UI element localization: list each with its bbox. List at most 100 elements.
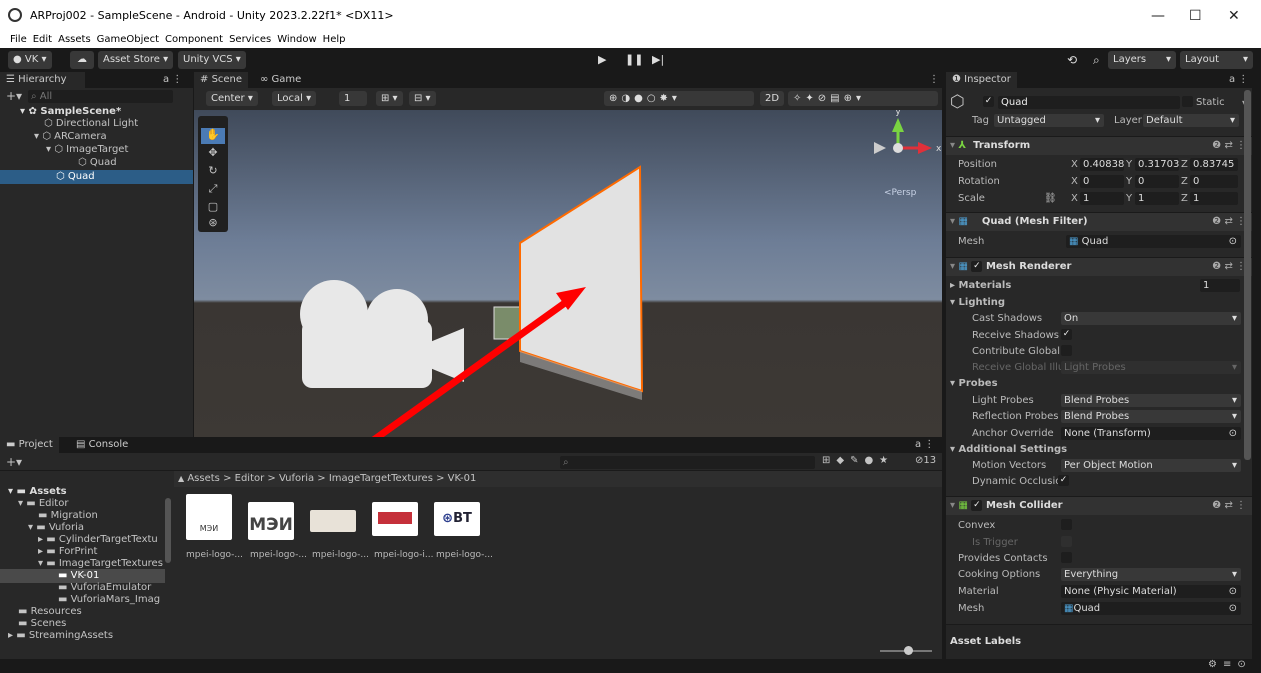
- contribute-gi-checkbox[interactable]: [1061, 345, 1072, 357]
- asset-label-3[interactable]: mpei-logo-...: [312, 550, 369, 560]
- additional-settings-foldout[interactable]: ▾ Additional Settings: [950, 444, 1067, 455]
- asset-thumb-2[interactable]: МЭИ: [248, 502, 294, 540]
- lock-icon[interactable]: a ⋮: [915, 439, 934, 450]
- cloud-icon[interactable]: ☁: [70, 51, 94, 69]
- tree-item-streamingassets[interactable]: ▸ ▬ StreamingAssets: [0, 629, 172, 643]
- static-checkbox[interactable]: [1182, 96, 1193, 108]
- position-x-field[interactable]: 0.40838: [1080, 158, 1124, 171]
- grid-icon[interactable]: ⊟ ▾: [409, 91, 436, 106]
- step-icon[interactable]: ▶|: [652, 51, 664, 69]
- lock-icon[interactable]: a ⋮: [1229, 74, 1248, 85]
- cooking-options-dropdown[interactable]: Everything ▾: [1061, 568, 1241, 581]
- hierarchy-item-arcamera[interactable]: ▾ ⬡ ARCamera: [0, 130, 193, 144]
- hierarchy-item-quad-child[interactable]: ⬡ Quad: [0, 156, 193, 170]
- account-button[interactable]: ● VK ▾: [8, 51, 52, 69]
- mesh-collider-header[interactable]: ▾ ▦ ✓ Mesh Collider ❷ ⇄ ⋮: [946, 496, 1252, 515]
- layout-dropdown[interactable]: Layout ▾: [1180, 51, 1253, 69]
- tree-scrollbar[interactable]: [165, 498, 171, 563]
- grid-size-field[interactable]: 1: [339, 91, 367, 106]
- mesh-filter-header[interactable]: ▾ ▦ Quad (Mesh Filter) ❷ ⇄ ⋮: [946, 212, 1252, 231]
- history-icon[interactable]: ⟲: [1067, 51, 1077, 69]
- search-icon[interactable]: ⌕: [1093, 51, 1100, 69]
- cast-shadows-dropdown[interactable]: On ▾: [1061, 312, 1241, 325]
- light-probes-dropdown[interactable]: Blend Probes ▾: [1061, 394, 1241, 407]
- close-button[interactable]: ✕: [1228, 8, 1240, 24]
- pivot-center-dropdown[interactable]: Center ▾: [206, 91, 258, 106]
- slider-handle[interactable]: [904, 646, 913, 655]
- pivot-local-dropdown[interactable]: Local ▾: [272, 91, 317, 106]
- materials-foldout[interactable]: ▸ Materials: [950, 280, 1011, 291]
- hierarchy-item-imagetarget[interactable]: ▾ ⬡ ImageTarget: [0, 143, 193, 157]
- constrain-proportions-icon[interactable]: ⛓: [1044, 193, 1057, 204]
- asset-thumb-4[interactable]: [372, 502, 418, 536]
- scale-z-field[interactable]: 1: [1190, 192, 1238, 205]
- asset-label-2[interactable]: mpei-logo-...: [250, 550, 307, 560]
- probes-foldout[interactable]: ▾ Probes: [950, 378, 998, 389]
- asset-label-1[interactable]: mpei-logo-...: [186, 550, 243, 560]
- tag-dropdown[interactable]: Untagged ▾: [994, 114, 1104, 127]
- asset-label-5[interactable]: mpei-logo-...: [436, 550, 493, 560]
- play-icon[interactable]: ▶: [598, 51, 606, 69]
- minimize-button[interactable]: —: [1151, 8, 1165, 24]
- convex-checkbox[interactable]: [1061, 519, 1072, 531]
- object-name-field[interactable]: Quad: [998, 96, 1180, 109]
- position-y-field[interactable]: 0.31703(: [1135, 158, 1179, 171]
- menu-file[interactable]: File: [10, 34, 27, 45]
- menu-assets[interactable]: Assets: [58, 34, 91, 45]
- asset-thumb-1[interactable]: МЭИ: [186, 494, 232, 540]
- toggle-2d-button[interactable]: 2D: [760, 91, 785, 106]
- pause-icon[interactable]: ❚❚: [625, 51, 643, 69]
- scene-visibility-icons[interactable]: ✧✦⊘▤⊕▾: [788, 91, 938, 106]
- maximize-button[interactable]: ☐: [1189, 8, 1202, 24]
- dynamic-occlusion-checkbox[interactable]: ✓: [1058, 475, 1069, 487]
- menu-window[interactable]: Window: [277, 34, 316, 45]
- menu-component[interactable]: Component: [165, 34, 223, 45]
- mesh-field[interactable]: ▦ Quad ⊙: [1066, 235, 1241, 248]
- reflection-probes-dropdown[interactable]: Blend Probes ▾: [1061, 410, 1241, 423]
- add-icon[interactable]: +▾: [6, 455, 22, 469]
- add-icon[interactable]: +▾: [6, 89, 22, 103]
- tab-project[interactable]: ▬ Project: [0, 437, 59, 453]
- transform-header[interactable]: ▾ ⅄ Transform ❷ ⇄ ⋮: [946, 136, 1252, 155]
- tab-console[interactable]: ▤ Console: [70, 437, 134, 453]
- menu-gameobject[interactable]: GameObject: [97, 34, 159, 45]
- receive-shadows-checkbox[interactable]: ✓: [1061, 329, 1072, 341]
- render-mode-icons[interactable]: ⊕◑●○✸▾: [604, 91, 754, 106]
- anchor-override-field[interactable]: None (Transform) ⊙: [1061, 427, 1241, 440]
- hierarchy-search-input[interactable]: ⌕ All: [28, 90, 173, 103]
- provides-contacts-checkbox[interactable]: [1061, 552, 1072, 564]
- scale-x-field[interactable]: 1: [1080, 192, 1124, 205]
- lighting-foldout[interactable]: ▾ Lighting: [950, 297, 1005, 308]
- physic-material-field[interactable]: None (Physic Material) ⊙: [1061, 585, 1241, 598]
- scene-viewport[interactable]: ✋ ✥ ↻ ⤢ ▢ ⊛ x y <Persp: [194, 110, 942, 437]
- thumbnail-size-slider[interactable]: [880, 646, 932, 655]
- project-search-input[interactable]: ⌕: [560, 456, 815, 469]
- more-icon[interactable]: ⋮: [929, 74, 939, 85]
- snap-icon[interactable]: ⊞ ▾: [376, 91, 403, 106]
- tab-scene[interactable]: # Scene: [194, 72, 249, 88]
- tab-inspector[interactable]: ❶ Inspector: [946, 72, 1017, 88]
- status-icons[interactable]: ⚙≡⊙: [1208, 659, 1252, 670]
- mesh-renderer-header[interactable]: ▾ ▦ ✓ Mesh Renderer ❷ ⇄ ⋮: [946, 257, 1252, 276]
- unity-vcs-button[interactable]: Unity VCS ▾: [178, 51, 246, 69]
- breadcrumb-path[interactable]: ▲ Assets > Editor > Vuforia > ImageTarge…: [178, 473, 476, 484]
- asset-thumb-3[interactable]: [310, 510, 356, 532]
- tab-hierarchy[interactable]: ☰ Hierarchy: [0, 72, 85, 88]
- tab-game[interactable]: ∞ Game: [254, 72, 307, 88]
- menu-help[interactable]: Help: [323, 34, 346, 45]
- lock-icon[interactable]: a ⋮: [163, 74, 182, 85]
- materials-count-field[interactable]: 1: [1200, 279, 1240, 292]
- hidden-packages-count[interactable]: ⊘13: [915, 455, 936, 466]
- menu-services[interactable]: Services: [229, 34, 271, 45]
- project-filter-icons[interactable]: ⊞◆✎●★: [822, 455, 894, 466]
- rotation-x-field[interactable]: 0: [1080, 175, 1124, 188]
- layer-dropdown[interactable]: Default ▾: [1143, 114, 1239, 127]
- asset-store-button[interactable]: Asset Store ▾: [98, 51, 174, 69]
- rotation-z-field[interactable]: 0: [1190, 175, 1238, 188]
- hierarchy-item-quad-selected[interactable]: ⬡ Quad: [0, 170, 193, 184]
- collider-mesh-field[interactable]: ▦Quad ⊙: [1061, 602, 1241, 615]
- asset-label-4[interactable]: mpei-logo-i...: [374, 550, 434, 560]
- menu-edit[interactable]: Edit: [33, 34, 52, 45]
- inspector-scrollbar[interactable]: [1244, 90, 1251, 460]
- active-checkbox[interactable]: ✓: [983, 96, 994, 108]
